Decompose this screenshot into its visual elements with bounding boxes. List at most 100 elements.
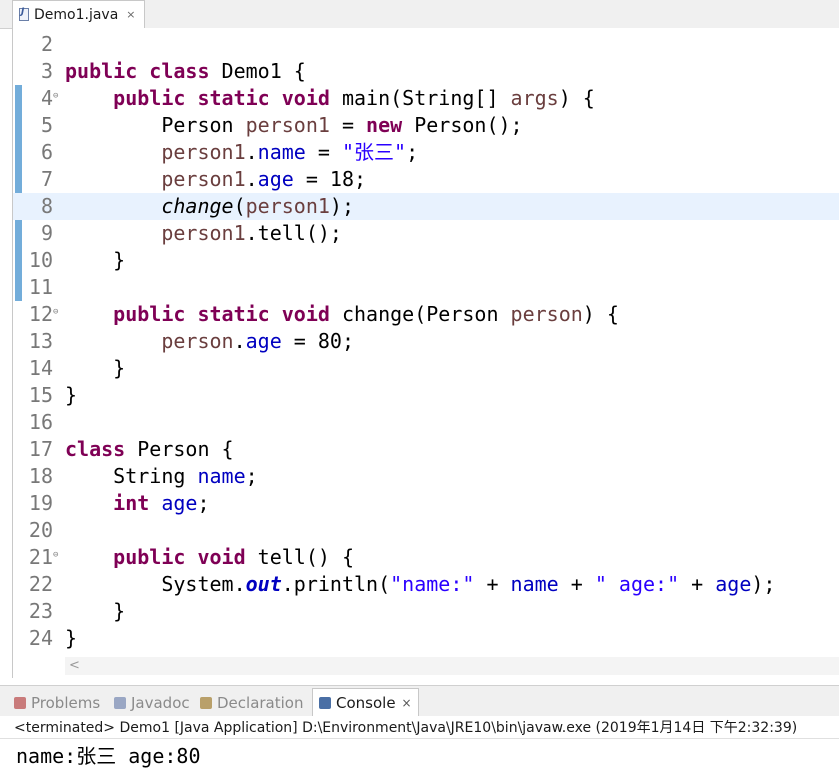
code-token: = [329,113,367,137]
code-line[interactable]: 7 person1.age = 18; [13,166,839,193]
code-text: Person person1 = new Person(); [65,112,522,139]
code-token: person [510,302,583,326]
line-number: 21 [28,545,53,569]
fold-collapse-icon[interactable]: ⊖ [53,542,58,569]
console-icon [319,696,331,709]
line-number: 14 [28,356,53,380]
line-number: 8 [40,194,53,218]
code-line[interactable]: 21 ⊖ public void tell() { [13,544,839,571]
code-line[interactable]: 16 [13,409,839,436]
code-line[interactable]: 6 person1.name = "张三"; [13,139,839,166]
code-token: + [558,572,595,596]
code-token: } [65,626,78,650]
editor-tab-demo1[interactable]: Demo1.java × [12,0,145,28]
code-token: person1 [161,140,246,164]
code-line[interactable]: 10 } [13,247,839,274]
code-token: } [65,383,78,407]
line-number: 7 [40,167,53,191]
code-token: new [366,113,415,137]
code-line[interactable]: 4 ⊖ public static void main(String[] args… [13,85,839,112]
code-text: person.age = 80; [65,328,354,355]
code-text: } [65,247,125,274]
code-line[interactable]: 20 [13,517,839,544]
code-text: } [65,598,125,625]
horizontal-scrollbar[interactable]: < [65,657,839,675]
code-token: args [510,86,559,110]
code-text: } [65,382,77,409]
code-line[interactable]: 5 Person person1 = new Person(); [13,112,839,139]
line-number: 20 [28,518,53,542]
tab-javadoc[interactable]: Javadoc [114,691,190,715]
code-line[interactable]: 22 System.out.println("name:" + name + "… [13,571,839,598]
code-token: + [474,572,511,596]
code-token: Demo1 { [221,59,306,83]
tab-declaration[interactable]: Declaration [200,691,303,715]
divider [0,738,839,739]
code-line[interactable]: 17 class Person { [13,436,839,463]
code-text: public static void change(Person person)… [65,301,619,328]
code-line[interactable]: 23 } [13,598,839,625]
code-token: class [65,437,138,461]
tab-console[interactable]: Console × [312,688,419,716]
fold-collapse-icon[interactable]: ⊖ [53,299,58,326]
code-token: change [161,194,234,218]
code-token: ; [245,464,258,488]
code-line[interactable]: 2 [13,31,839,58]
code-token: ) { [582,302,619,326]
scroll-left-icon[interactable]: < [69,658,80,673]
line-number: 19 [28,491,53,515]
code-token: } [65,599,126,623]
code-token: .println( [281,572,391,596]
code-text: person1.age = 18; [65,166,366,193]
console-status: <terminated> Demo1 [Java Application] D:… [14,720,798,736]
code-token: ; [406,140,419,164]
code-text: person1.tell(); [65,220,342,247]
code-line[interactable]: 19 int age; [13,490,839,517]
close-icon[interactable]: × [402,696,412,710]
code-token: name [197,464,246,488]
line-number: 4 [40,86,53,110]
code-token: = [305,140,342,164]
code-line[interactable]: 18 String name; [13,463,839,490]
code-line[interactable]: 14 } [13,355,839,382]
code-editor[interactable]: < 2 3 public class Demo1 {4 ⊖ public static… [12,28,839,678]
code-token: main(String[] [341,86,511,110]
line-number: 18 [28,464,53,488]
line-number: 16 [28,410,53,434]
code-token: " age:" [594,572,680,596]
code-text: } [65,355,125,382]
code-token: person1 [161,221,246,245]
code-line[interactable]: 15} [13,382,839,409]
declaration-icon [200,697,212,709]
code-line[interactable]: 11 [13,274,839,301]
code-line[interactable]: 13 person.age = 80; [13,328,839,355]
code-line[interactable]: 12 ⊖ public static void change(Person per… [13,301,839,328]
code-token: tell() { [257,545,354,569]
tab-problems[interactable]: Problems [14,691,100,715]
code-token: .tell(); [245,221,342,245]
code-token: age [715,572,752,596]
console-tab-bar: Problems Javadoc Declaration Console × [0,685,839,716]
code-line[interactable]: 3 public class Demo1 { [13,58,839,85]
fold-collapse-icon[interactable]: ⊖ [53,83,58,110]
code-token: + [679,572,716,596]
line-number: 5 [40,113,53,137]
tab-label: Javadoc [131,694,190,712]
close-icon[interactable]: × [126,8,135,21]
code-line[interactable]: 8 change(person1); [13,193,839,220]
line-number: 9 [40,221,53,245]
line-number: 22 [28,572,53,596]
code-token: = 80; [281,329,354,353]
code-token: person1 [245,194,330,218]
code-token: = 18; [293,167,367,191]
code-token: int [113,491,162,515]
editor-tab-bar: Demo1.java × [0,0,839,29]
code-token: public void [113,545,258,569]
code-line[interactable]: 24} [13,625,839,652]
code-line[interactable]: 9 person1.tell(); [13,220,839,247]
